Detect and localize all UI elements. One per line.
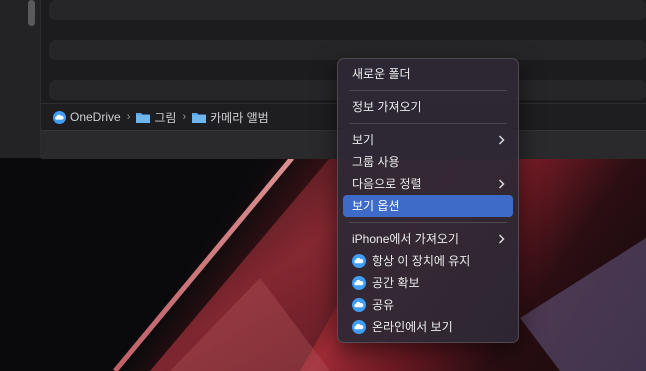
- path-item-label: OneDrive: [70, 110, 121, 124]
- sidebar-scrollbar[interactable]: [28, 0, 35, 26]
- menu-item-label: 공간 확보: [372, 276, 420, 290]
- menu-item-new-folder[interactable]: 새로운 폴더: [343, 63, 513, 85]
- onedrive-cloud-icon: [352, 276, 366, 290]
- onedrive-cloud-icon: [53, 110, 66, 124]
- chevron-right-icon: [498, 228, 505, 250]
- menu-item-label: 온라인에서 보기: [372, 320, 453, 334]
- chevron-right-icon: ›: [126, 111, 131, 123]
- menu-separator: [349, 123, 507, 124]
- menu-item-view-options[interactable]: 보기 옵션: [343, 195, 513, 217]
- menu-item-label: 항상 이 장치에 유지: [372, 254, 471, 268]
- menu-item-label: iPhone에서 가져오기: [352, 232, 459, 246]
- path-item-onedrive[interactable]: OneDrive: [53, 110, 121, 124]
- path-item-camera-roll[interactable]: 카메라 앨범: [192, 109, 269, 126]
- menu-item-view[interactable]: 보기: [343, 129, 513, 151]
- menu-item-free-up-space[interactable]: 공간 확보: [343, 272, 513, 294]
- path-item-label: 그림: [154, 110, 177, 125]
- folder-icon: [192, 111, 207, 123]
- menu-item-use-groups[interactable]: 그룹 사용: [343, 151, 513, 173]
- path-item-label: 카메라 앨범: [210, 110, 269, 125]
- menu-separator: [349, 222, 507, 223]
- context-menu: 새로운 폴더 정보 가져오기 보기 그룹 사용 다음으로 정렬 보기 옵션 iP…: [337, 58, 519, 343]
- menu-item-label: 그룹 사용: [352, 155, 400, 169]
- menu-item-label: 새로운 폴더: [352, 67, 411, 81]
- menu-item-import-from-iphone[interactable]: iPhone에서 가져오기: [343, 228, 513, 250]
- finder-window: OneDrive › 그림 › 카메라 앨범: [0, 0, 646, 159]
- menu-item-label: 보기 옵션: [352, 199, 400, 213]
- onedrive-cloud-icon: [352, 254, 366, 268]
- chevron-right-icon: ›: [182, 111, 187, 123]
- menu-item-always-keep[interactable]: 항상 이 장치에 유지: [343, 250, 513, 272]
- menu-item-get-info[interactable]: 정보 가져오기: [343, 96, 513, 118]
- list-row[interactable]: [49, 0, 646, 20]
- menu-item-label: 공유: [372, 298, 395, 312]
- menu-item-label: 다음으로 정렬: [352, 177, 422, 191]
- chevron-right-icon: [498, 129, 505, 151]
- menu-item-label: 보기: [352, 133, 375, 147]
- menu-item-label: 정보 가져오기: [352, 100, 422, 114]
- menu-item-sort-by[interactable]: 다음으로 정렬: [343, 173, 513, 195]
- chevron-right-icon: [498, 173, 505, 195]
- desktop-wallpaper: [0, 158, 646, 371]
- menu-item-share[interactable]: 공유: [343, 294, 513, 316]
- menu-item-view-online[interactable]: 온라인에서 보기: [343, 316, 513, 338]
- finder-sidebar: [0, 0, 41, 158]
- menu-separator: [349, 90, 507, 91]
- list-row[interactable]: [49, 40, 646, 60]
- folder-icon: [136, 111, 151, 123]
- path-item-pictures[interactable]: 그림: [136, 109, 176, 126]
- wallpaper-art: [0, 158, 646, 371]
- onedrive-cloud-icon: [352, 320, 366, 334]
- onedrive-cloud-icon: [352, 298, 366, 312]
